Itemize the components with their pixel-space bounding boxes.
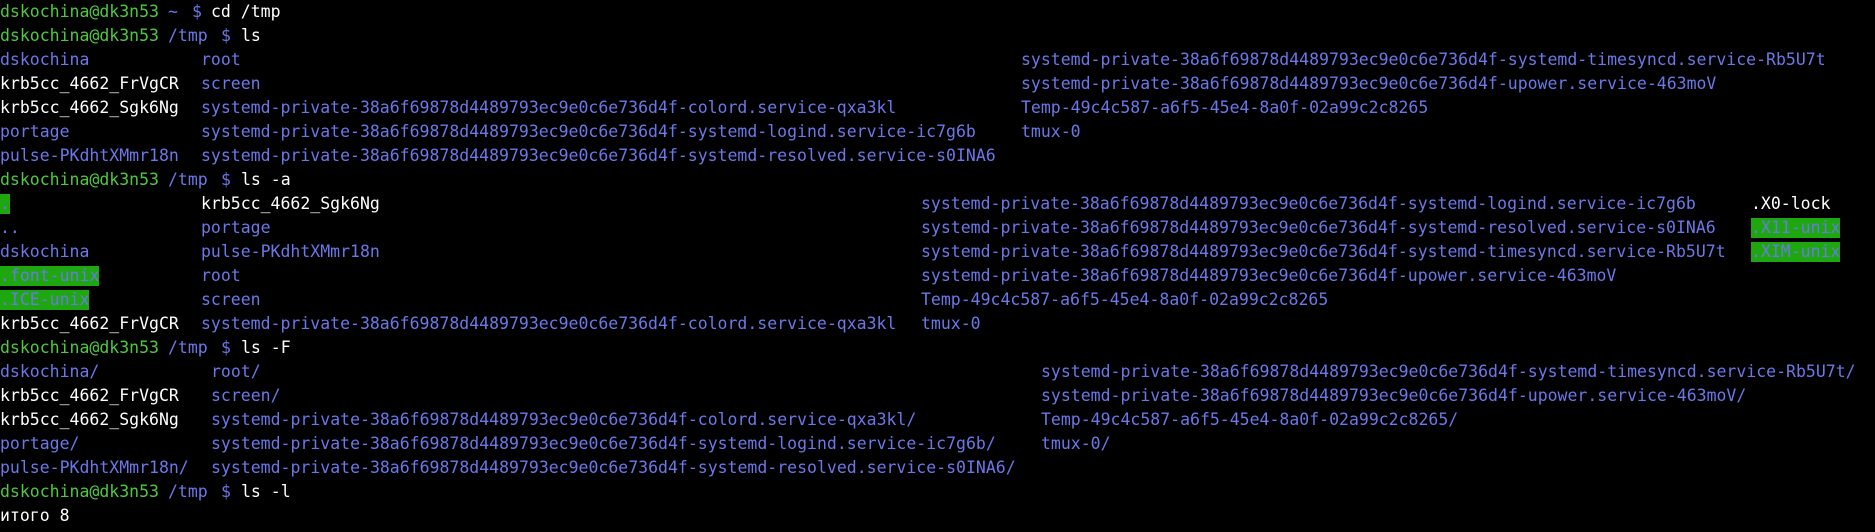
command-text: ls -F xyxy=(241,338,291,357)
ls-entry: pulse-PKdhtXMmr18n xyxy=(0,146,179,165)
ls-entry: root xyxy=(201,50,241,69)
ls-entry: systemd-private-38a6f69878d4489793ec9e0c… xyxy=(201,122,976,141)
prompt-dollar: $ xyxy=(221,170,231,189)
ls-entry: krb5cc_4662_FrVgCR xyxy=(0,314,179,333)
output-line: krb5cc_4662_FrVgCR screen/ systemd-priva… xyxy=(0,384,1875,408)
ls-entry: systemd-private-38a6f69878d4489793ec9e0c… xyxy=(211,410,917,429)
ls-entry: screen xyxy=(201,74,261,93)
ls-entry: portage/ xyxy=(0,434,80,453)
prompt-user-host: dskochina@dk3n53 xyxy=(0,170,159,189)
ls-entry: .ICE-unix xyxy=(0,290,90,310)
ls-entry: systemd-private-38a6f69878d4489793ec9e0c… xyxy=(1021,74,1717,93)
ls-entry: screen/ xyxy=(211,386,281,405)
ls-entry: systemd-private-38a6f69878d4489793ec9e0c… xyxy=(201,146,996,165)
prompt-line: dskochina@dk3n53 /tmp $ ls xyxy=(0,24,1875,48)
output-line: pulse-PKdhtXMmr18n/ systemd-private-38a6… xyxy=(0,456,1875,480)
ls-entry: systemd-private-38a6f69878d4489793ec9e0c… xyxy=(1021,50,1826,69)
ls-entry: .XIM-unix xyxy=(1751,242,1841,262)
ls-entry: krb5cc_4662_FrVgCR xyxy=(0,386,179,405)
output-line: krb5cc_4662_Sgk6Ng systemd-private-38a6f… xyxy=(0,96,1875,120)
ls-entry: dskochina xyxy=(0,50,90,69)
output-line: dskochina pulse-PKdhtXMmr18n systemd-pri… xyxy=(0,240,1875,264)
prompt-line: dskochina@dk3n53 ~ $ cd /tmp xyxy=(0,0,1875,24)
ls-entry: root xyxy=(201,266,241,285)
ls-entry: portage xyxy=(0,122,70,141)
ls-entry: krb5cc_4662_Sgk6Ng xyxy=(201,194,380,213)
ls-entry: krb5cc_4662_Sgk6Ng xyxy=(0,98,179,117)
ls-entry: krb5cc_4662_FrVgCR xyxy=(0,74,179,93)
prompt-user-host: dskochina@dk3n53 xyxy=(0,26,159,45)
ls-entry: systemd-private-38a6f69878d4489793ec9e0c… xyxy=(201,314,897,333)
prompt-line: dskochina@dk3n53 /tmp $ ls -l xyxy=(0,480,1875,504)
ls-entry: . xyxy=(0,194,10,214)
prompt-user-host: dskochina@dk3n53 xyxy=(0,482,159,501)
prompt-user-host: dskochina@dk3n53 xyxy=(0,338,159,357)
command-text: ls -a xyxy=(241,170,291,189)
output-line: .font-unix root systemd-private-38a6f698… xyxy=(0,264,1875,288)
ls-entry: tmux-0/ xyxy=(1041,434,1111,453)
output-line: krb5cc_4662_Sgk6Ng systemd-private-38a6f… xyxy=(0,408,1875,432)
prompt-path: /tmp xyxy=(168,338,208,357)
ls-entry: krb5cc_4662_Sgk6Ng xyxy=(0,410,179,429)
prompt-path: ~ xyxy=(168,2,178,21)
ls-entry: systemd-private-38a6f69878d4489793ec9e0c… xyxy=(921,266,1617,285)
terminal-window[interactable]: dskochina@dk3n53 ~ $ cd /tmp dskochina@d… xyxy=(0,0,1875,532)
ls-entry: .. xyxy=(0,218,20,237)
prompt-path: /tmp xyxy=(168,170,208,189)
output-line: portage systemd-private-38a6f69878d44897… xyxy=(0,120,1875,144)
prompt-dollar: $ xyxy=(221,26,231,45)
prompt-line: dskochina@dk3n53 /tmp $ ls -a xyxy=(0,168,1875,192)
ls-entry: Temp-49c4c587-a6f5-45e4-8a0f-02a99c2c826… xyxy=(1021,98,1429,117)
prompt-dollar: $ xyxy=(221,482,231,501)
prompt-line: dskochina@dk3n53 /tmp $ ls -F xyxy=(0,336,1875,360)
ls-entry: dskochina/ xyxy=(0,362,100,381)
ls-entry: systemd-private-38a6f69878d4489793ec9e0c… xyxy=(211,458,1016,477)
command-text: ls -l xyxy=(241,482,291,501)
ls-entry: dskochina xyxy=(0,242,90,261)
ls-entry: .X11-unix xyxy=(1751,218,1841,238)
ls-entry: systemd-private-38a6f69878d4489793ec9e0c… xyxy=(1041,386,1747,405)
ls-entry: systemd-private-38a6f69878d4489793ec9e0c… xyxy=(921,194,1696,213)
output-line: portage/ systemd-private-38a6f69878d4489… xyxy=(0,432,1875,456)
prompt-dollar: $ xyxy=(221,338,231,357)
ls-entry: portage xyxy=(201,218,271,237)
prompt-user-host: dskochina@dk3n53 xyxy=(0,2,159,21)
ls-entry: Temp-49c4c587-a6f5-45e4-8a0f-02a99c2c826… xyxy=(1041,410,1459,429)
ls-entry: systemd-private-38a6f69878d4489793ec9e0c… xyxy=(1041,362,1856,381)
ls-entry: Temp-49c4c587-a6f5-45e4-8a0f-02a99c2c826… xyxy=(921,290,1329,309)
ls-entry: systemd-private-38a6f69878d4489793ec9e0c… xyxy=(201,98,897,117)
prompt-dollar: $ xyxy=(192,2,202,21)
prompt-path: /tmp xyxy=(168,26,208,45)
ls-entry: .font-unix xyxy=(0,266,100,286)
ls-entry: screen xyxy=(201,290,261,309)
ls-entry: tmux-0 xyxy=(1021,122,1081,141)
ls-entry: .X0-lock xyxy=(1751,194,1831,213)
prompt-path: /tmp xyxy=(168,482,208,501)
command-text: ls xyxy=(241,26,261,45)
ls-entry: pulse-PKdhtXMmr18n xyxy=(201,242,380,261)
ls-entry: systemd-private-38a6f69878d4489793ec9e0c… xyxy=(921,242,1726,261)
output-line: .. portage systemd-private-38a6f69878d44… xyxy=(0,216,1875,240)
ls-entry: systemd-private-38a6f69878d4489793ec9e0c… xyxy=(211,434,996,453)
ls-entry: root/ xyxy=(211,362,261,381)
ls-entry: systemd-private-38a6f69878d4489793ec9e0c… xyxy=(921,218,1716,237)
ls-entry: pulse-PKdhtXMmr18n/ xyxy=(0,458,189,477)
output-line: krb5cc_4662_FrVgCR screen systemd-privat… xyxy=(0,72,1875,96)
ls-total-text: итого 8 xyxy=(0,506,70,525)
output-line: dskochina/ root/ systemd-private-38a6f69… xyxy=(0,360,1875,384)
output-line: . krb5cc_4662_Sgk6Ng systemd-private-38a… xyxy=(0,192,1875,216)
output-line: krb5cc_4662_FrVgCR systemd-private-38a6f… xyxy=(0,312,1875,336)
output-line: pulse-PKdhtXMmr18n systemd-private-38a6f… xyxy=(0,144,1875,168)
ls-entry: tmux-0 xyxy=(921,314,981,333)
output-line: dskochina root systemd-private-38a6f6987… xyxy=(0,48,1875,72)
command-text: cd /tmp xyxy=(211,2,281,21)
output-line: .ICE-unix screen Temp-49c4c587-a6f5-45e4… xyxy=(0,288,1875,312)
output-line: итого 8 xyxy=(0,504,1875,528)
